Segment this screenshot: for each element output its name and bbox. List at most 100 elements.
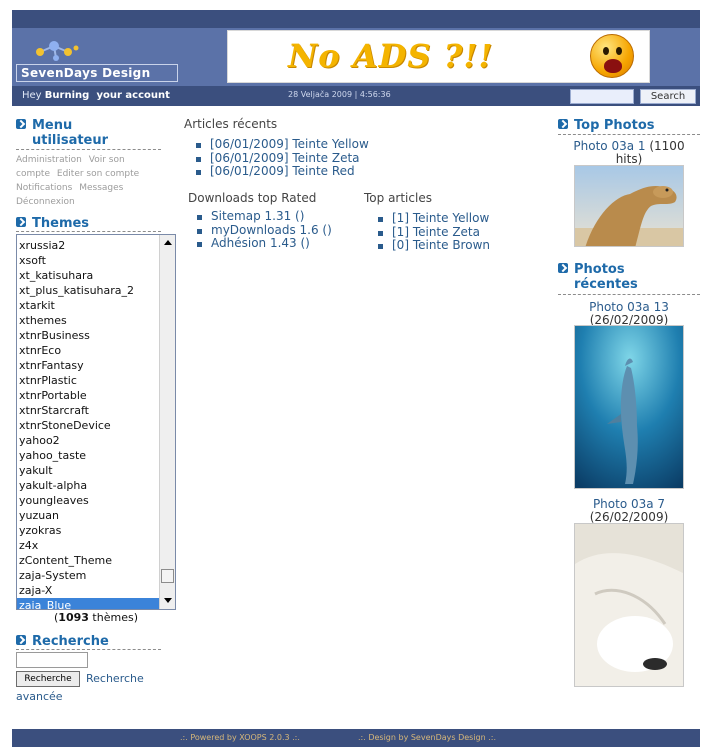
smiley-mouth [604, 59, 622, 73]
recent-photo-date-2: (26/02/2009) [589, 510, 669, 524]
list-item[interactable]: myDownloads 1.6 () [197, 223, 332, 238]
top-photo-title[interactable]: Photo 03a 1 [573, 139, 645, 153]
scroll-up-icon[interactable] [164, 240, 172, 245]
list-item[interactable]: [06/01/2009] Teinte Zeta [196, 151, 369, 166]
search-block-input[interactable] [16, 652, 88, 668]
theme-option[interactable]: zaja_Blue [17, 598, 159, 609]
block-arrow-icon [558, 119, 568, 129]
theme-option[interactable]: xtnrBusiness [17, 328, 159, 343]
recent-articles-title: Articles récents [184, 117, 278, 131]
top-photos-title: Top Photos [558, 118, 655, 133]
downloads-list: Sitemap 1.31 () myDownloads 1.6 () Adhés… [197, 209, 332, 251]
themes-scrollbar[interactable] [159, 235, 175, 609]
theme-option[interactable]: yahoo2 [17, 433, 159, 448]
list-item[interactable]: [06/01/2009] Teinte Yellow [196, 137, 369, 152]
block-arrow-icon [16, 217, 26, 227]
theme-option[interactable]: xsoft [17, 253, 159, 268]
menu-link-administration[interactable]: Administration [16, 155, 82, 165]
polar-bear-photo[interactable] [574, 523, 684, 687]
account-link[interactable]: your account [96, 90, 169, 101]
theme-option[interactable]: xtnrPortable [17, 388, 159, 403]
polar-bear-photo-image [575, 524, 683, 686]
footer-design-by[interactable]: .:. Design by SevenDays Design .:. [358, 729, 496, 747]
theme-option[interactable]: xtnrFantasy [17, 358, 159, 373]
top-photo-caption: Photo 03a 1 (1100 hits) [559, 140, 699, 166]
menu-link-edit-account[interactable]: Editer son compte [57, 169, 139, 179]
search-block-title: Recherche [16, 634, 109, 649]
search-block-button[interactable]: Recherche [16, 671, 80, 687]
theme-option[interactable]: xtarkit [17, 298, 159, 313]
theme-option[interactable]: xtnrStarcraft [17, 403, 159, 418]
search-block-title-text: Recherche [32, 634, 109, 649]
user-menu-title: Menu utilisateur [16, 118, 166, 148]
theme-option[interactable]: z4x [17, 538, 159, 553]
banner-text: No ADS ?!! [288, 37, 494, 75]
divider [16, 231, 161, 232]
themes-count-number: 1093 [58, 611, 89, 624]
theme-option[interactable]: yakult [17, 463, 159, 478]
divider [16, 649, 161, 650]
theme-option[interactable]: xtnrPlastic [17, 373, 159, 388]
top-articles-title: Top articles [364, 191, 432, 205]
header-search-input[interactable] [570, 89, 634, 104]
shouting-smiley-icon [590, 34, 634, 78]
footer-powered-by[interactable]: .:. Powered by XOOPS 2.0.3 .:. [180, 729, 300, 747]
recent-photo-title-2[interactable]: Photo 03a 7 [593, 497, 665, 511]
list-item[interactable]: [1] Teinte Yellow [378, 211, 490, 226]
camel-photo[interactable] [574, 165, 684, 247]
user-greeting: Hey Burning your account [22, 90, 170, 101]
theme-option[interactable]: xthemes [17, 313, 159, 328]
dolphin-photo[interactable] [574, 325, 684, 489]
list-item[interactable]: [0] Teinte Brown [378, 238, 490, 253]
user-menu-links: Administration Voir son compte Editer so… [16, 153, 164, 209]
list-item[interactable]: Sitemap 1.31 () [197, 209, 332, 224]
ad-banner[interactable]: No ADS ?!! [227, 30, 650, 83]
themes-select-list[interactable]: xrussia2 xsoft xt_katisuhara xt_plus_katisu… [16, 234, 176, 610]
theme-option[interactable]: xt_plus_katisuhara_2 [17, 283, 159, 298]
theme-option[interactable]: yuzuan [17, 508, 159, 523]
recent-photos-title-text: Photos récentes [574, 262, 638, 292]
theme-option[interactable]: youngleaves [17, 493, 159, 508]
advanced-search-link[interactable]: Recherche [86, 672, 144, 685]
recent-photos-title: Photos récentes [558, 262, 698, 292]
user-menu-title-text: Menu utilisateur [32, 118, 109, 148]
theme-option[interactable]: xt_katisuhara [17, 268, 159, 283]
list-item[interactable]: [1] Teinte Zeta [378, 225, 490, 240]
scroll-thumb[interactable] [161, 569, 174, 583]
menu-link-notifications[interactable]: Notifications [16, 183, 72, 193]
top-photos-title-text: Top Photos [574, 118, 655, 133]
site-footer: .:. Powered by XOOPS 2.0.3 .:. .:. Desig… [12, 729, 700, 747]
logo-wordmark: SevenDays Design [16, 64, 178, 82]
username: Burning [44, 90, 90, 101]
logo-word-design: Design [102, 66, 151, 80]
theme-option[interactable]: yakult-alpha [17, 478, 159, 493]
recent-photo-title-1[interactable]: Photo 03a 13 [589, 300, 669, 314]
recent-articles-list: [06/01/2009] Teinte Yellow [06/01/2009] … [196, 137, 369, 179]
divider [16, 149, 161, 150]
theme-option[interactable]: xtnrStoneDevice [17, 418, 159, 433]
list-item[interactable]: Adhésion 1.43 () [197, 236, 332, 251]
menu-link-messages[interactable]: Messages [79, 183, 123, 193]
scroll-down-icon[interactable] [164, 598, 172, 603]
menu-link-logout[interactable]: Déconnexion [16, 197, 75, 207]
theme-option[interactable]: yahoo_taste [17, 448, 159, 463]
divider [558, 134, 700, 135]
current-datetime: 28 Veljača 2009 | 4:56:36 [288, 90, 391, 99]
theme-option[interactable]: zContent_Theme [17, 553, 159, 568]
camel-photo-image [575, 166, 683, 246]
block-arrow-icon [16, 635, 26, 645]
site-logo[interactable]: SevenDays Design [16, 38, 178, 84]
recent-photo-caption-2: Photo 03a 7 (26/02/2009) [559, 498, 699, 524]
theme-option[interactable]: xtnrEco [17, 343, 159, 358]
header-search-button[interactable]: Search [640, 89, 696, 104]
top-band [12, 10, 700, 28]
theme-option[interactable]: yzokras [17, 523, 159, 538]
advanced-search-link-cont[interactable]: avancée [16, 690, 63, 703]
top-articles-list: [1] Teinte Yellow [1] Teinte Zeta [0] Te… [378, 211, 490, 253]
theme-option[interactable]: zaja-System [17, 568, 159, 583]
themes-count-suffix: thèmes [92, 611, 134, 624]
theme-option[interactable]: zaja-X [17, 583, 159, 598]
list-item[interactable]: [06/01/2009] Teinte Red [196, 164, 369, 179]
recent-photo-caption-1: Photo 03a 13 (26/02/2009) [559, 301, 699, 327]
theme-option[interactable]: xrussia2 [17, 238, 159, 253]
